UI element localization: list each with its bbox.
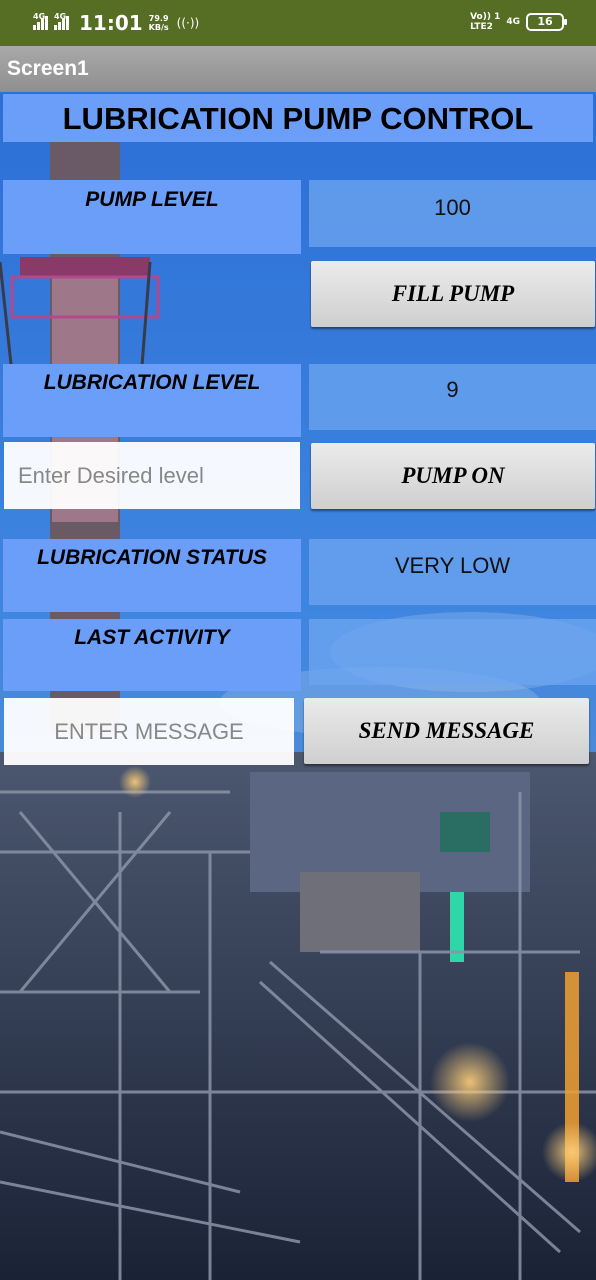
pump-on-button[interactable]: PUMP ON (311, 443, 595, 509)
volte-indicator: Vo)) 1 LTE2 (470, 12, 500, 32)
page-title: LUBRICATION PUMP CONTROL (3, 94, 593, 142)
clock: 11:01 (79, 11, 143, 35)
speed-unit: KB/s (148, 23, 169, 32)
lubrication-status-label: LUBRICATION STATUS (3, 539, 301, 612)
desired-level-input[interactable] (4, 442, 300, 509)
speed-value: 79.9 (148, 14, 169, 23)
fill-pump-button[interactable]: FILL PUMP (311, 261, 595, 327)
status-bar: 4G 4G 11:01 79.9 KB/s ((·)) Vo)) 1 LTE2 … (0, 0, 596, 46)
hotspot-icon: ((·)) (176, 16, 200, 30)
sim2-network-label: 4G (54, 12, 67, 21)
battery-icon: 16 (526, 13, 567, 31)
lubrication-level-label: LUBRICATION LEVEL (3, 364, 301, 437)
lubrication-status-value: VERY LOW (309, 539, 596, 605)
volte-label: Vo)) 1 (470, 12, 501, 22)
lte-label: LTE2 (470, 22, 493, 32)
signal-icon: 4G (54, 12, 69, 30)
send-message-button[interactable]: SEND MESSAGE (304, 698, 589, 764)
app-title: Screen1 (7, 57, 89, 80)
pump-level-value: 100 (309, 180, 596, 247)
lubrication-level-value: 9 (309, 364, 596, 430)
last-activity-value (309, 619, 596, 685)
sim1-network-label: 4G (33, 12, 46, 21)
app-title-bar: Screen1 (0, 46, 596, 92)
message-input[interactable] (4, 698, 294, 765)
network-type-icon: 4G (506, 17, 520, 27)
signal-icon: 4G (33, 12, 48, 30)
network-speed: 79.9 KB/s (149, 14, 169, 32)
last-activity-label: LAST ACTIVITY (3, 619, 301, 691)
pump-level-label: PUMP LEVEL (3, 180, 301, 254)
